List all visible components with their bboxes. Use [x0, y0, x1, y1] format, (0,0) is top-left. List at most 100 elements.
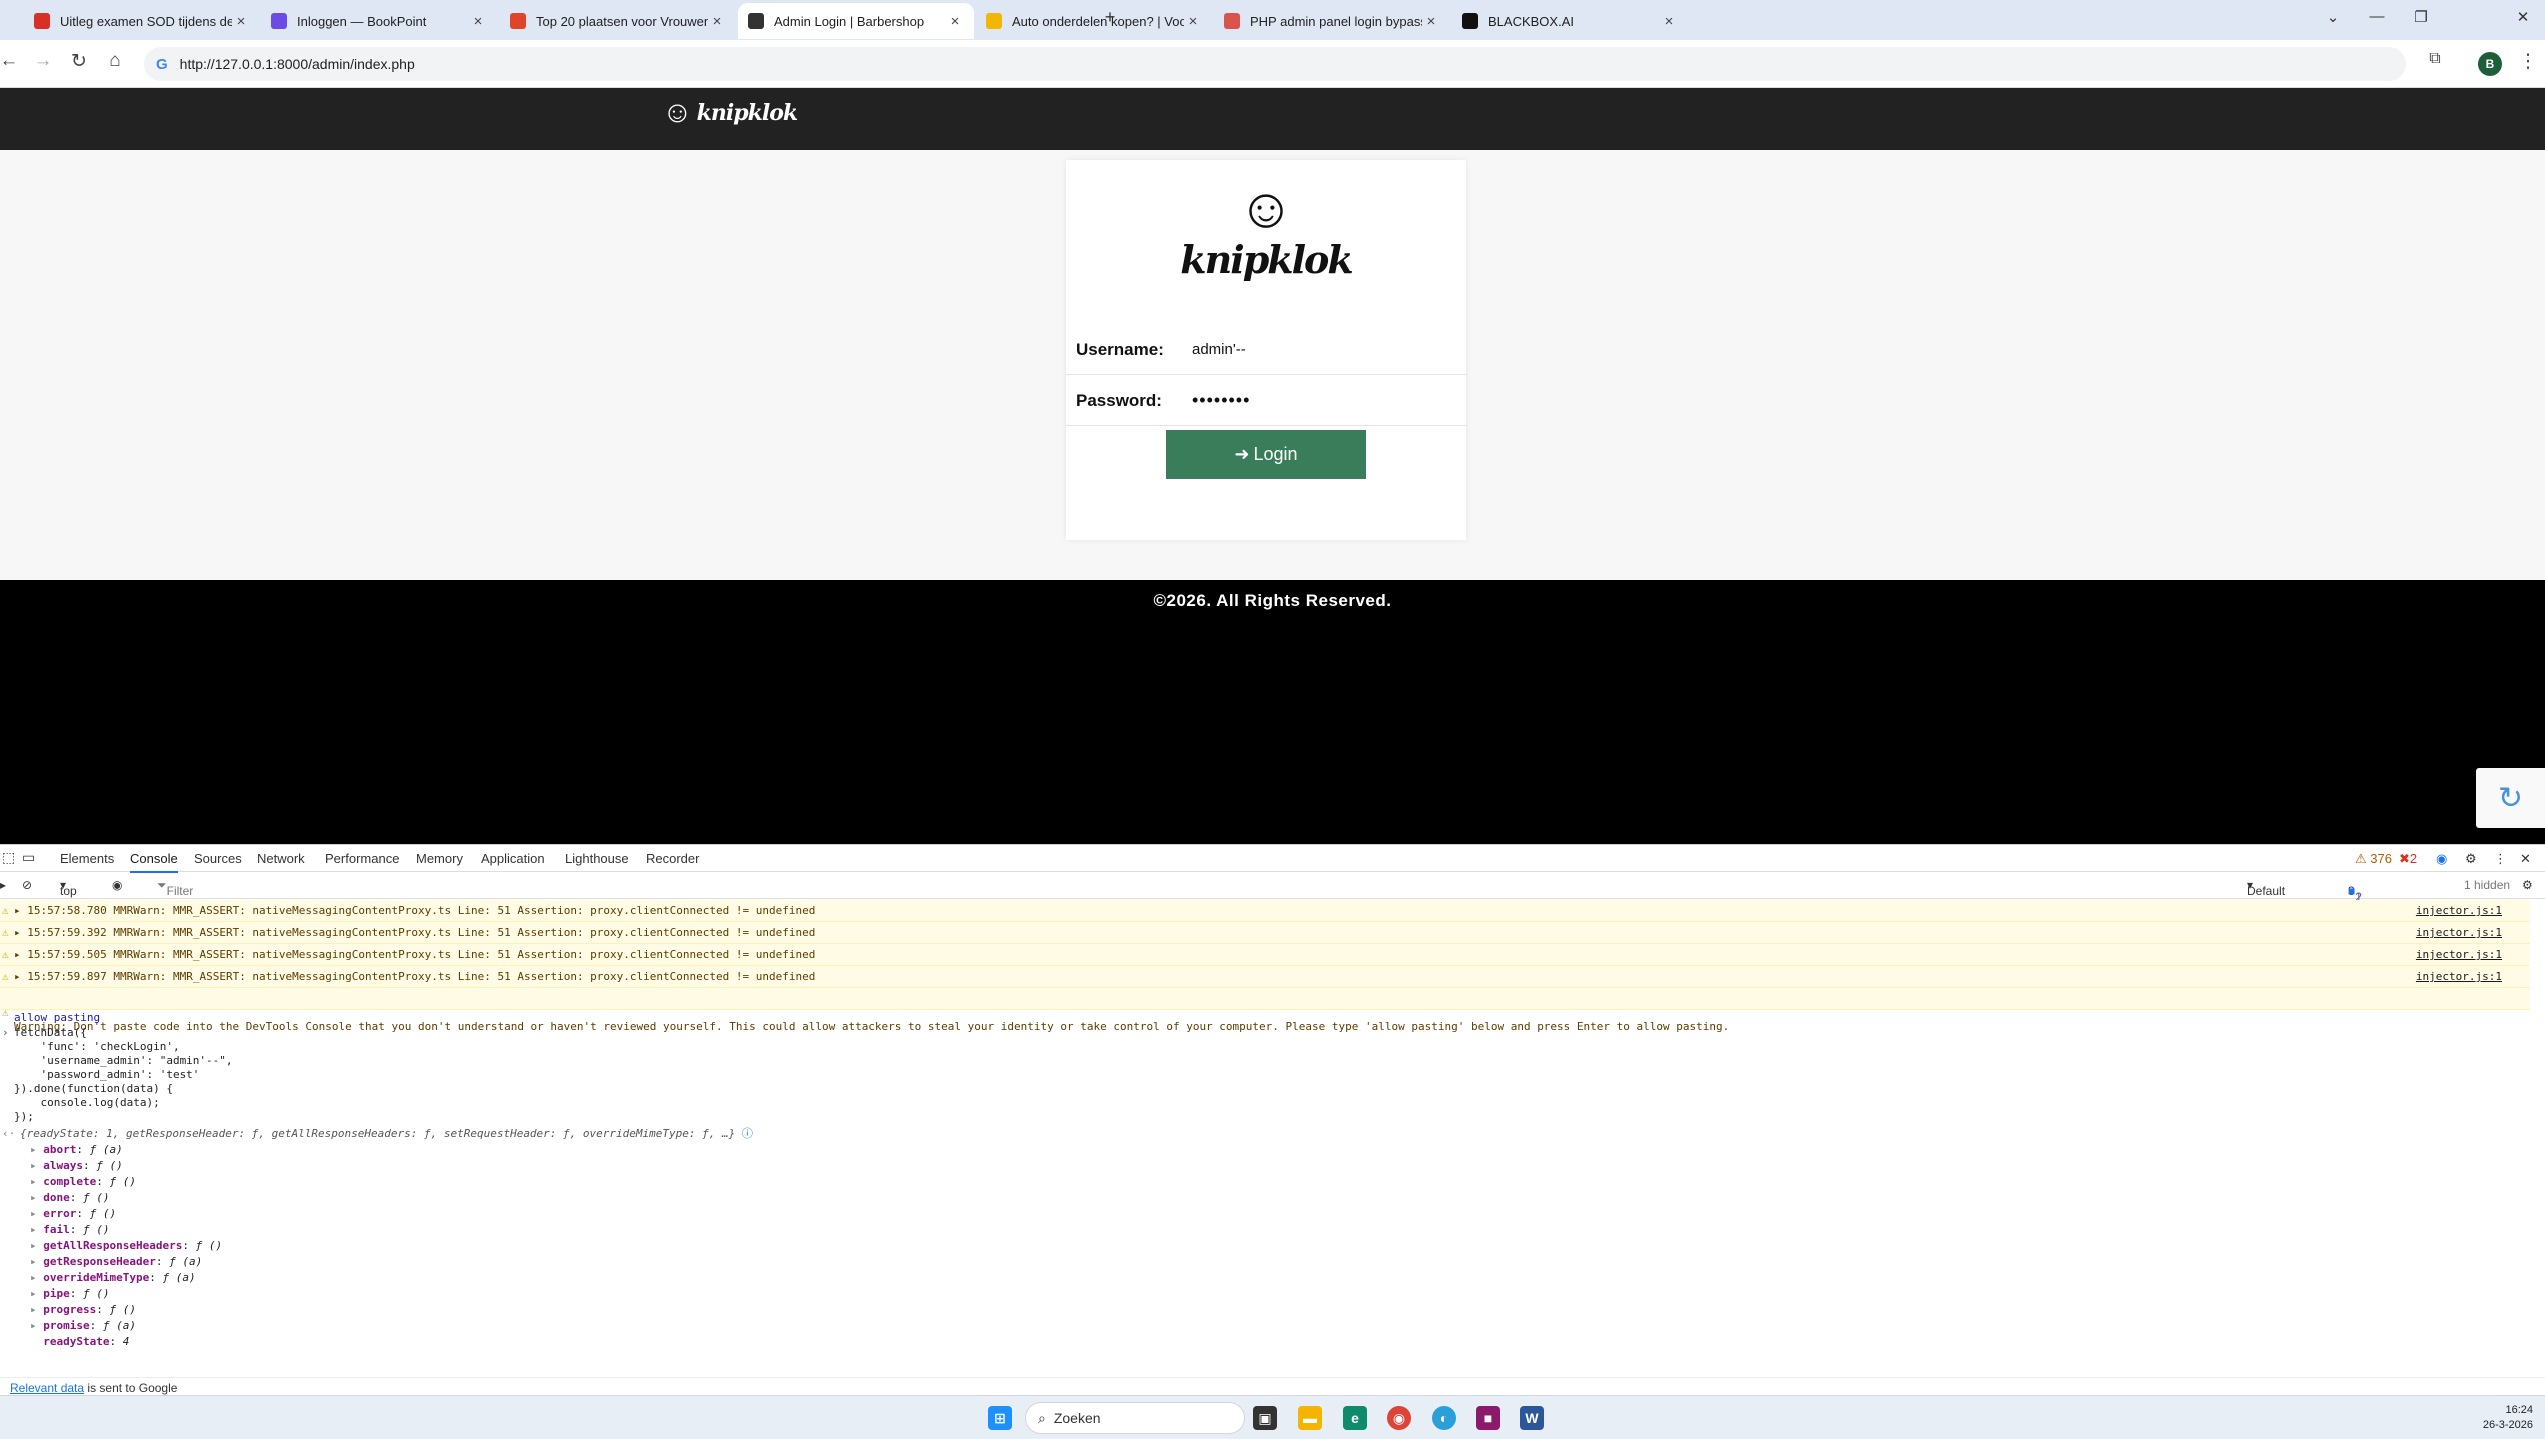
- minimize-button[interactable]: —: [2362, 8, 2392, 25]
- error-count[interactable]: ✖2: [2399, 851, 2417, 867]
- jetbrains-icon[interactable]: ■: [1476, 1406, 1500, 1430]
- password-input[interactable]: ••••••••: [1192, 390, 1250, 411]
- inspect-icon[interactable]: ⬚: [2, 849, 15, 866]
- relevant-data-link[interactable]: Relevant data: [10, 1381, 84, 1395]
- start-button-icon[interactable]: ⊞: [988, 1406, 1012, 1430]
- source-link[interactable]: injector.js:1: [2416, 926, 2502, 940]
- new-tab-button[interactable]: +: [1100, 7, 1120, 28]
- console-warning-row[interactable]: ⚠ ▸ 15:57:59.505 MMRWarn: MMR_ASSERT: nat…: [0, 944, 2530, 966]
- warning-count[interactable]: ⚠ 376: [2355, 851, 2392, 867]
- tab-close-icon[interactable]: ×: [708, 13, 726, 30]
- device-toolbar-icon[interactable]: ▭: [22, 849, 35, 866]
- username-input[interactable]: admin'--: [1192, 341, 1246, 358]
- live-expression-icon[interactable]: ◉: [112, 878, 122, 892]
- result-property[interactable]: ▸ pipe: ƒ (): [30, 1287, 2530, 1301]
- recaptcha-badge[interactable]: ↻: [2476, 768, 2545, 828]
- source-link[interactable]: injector.js:1: [2416, 948, 2502, 962]
- site-header: ☺ knipklok: [0, 88, 2545, 150]
- console-warning-row[interactable]: ⚠ ▸ 15:57:59.897 MMRWarn: MMR_ASSERT: nat…: [0, 966, 2530, 988]
- devtools-tab-application[interactable]: Application: [481, 851, 545, 866]
- ai-assist-icon[interactable]: ◉: [2436, 851, 2447, 867]
- property-value: ƒ (): [109, 1175, 136, 1188]
- search-icon: ⌕: [1038, 1409, 1046, 1426]
- console-output[interactable]: ⚠ ▸ 15:57:58.780 MMRWarn: MMR_ASSERT: nat…: [0, 900, 2530, 1392]
- extensions-icon[interactable]: ⧉: [2422, 50, 2448, 68]
- sidebar-toggle-icon[interactable]: ▸: [0, 878, 6, 892]
- browser-tab[interactable]: Admin Login | Barbershop ×: [738, 3, 974, 39]
- header-logo[interactable]: ☺ knipklok: [662, 96, 798, 130]
- context-selector[interactable]: top ▾: [60, 878, 77, 898]
- address-bar[interactable]: G http://127.0.0.1:8000/admin/index.php: [144, 47, 2406, 81]
- browser-tab[interactable]: BLACKBOX.AI ×: [1452, 3, 1688, 39]
- source-link[interactable]: injector.js:1: [2416, 970, 2502, 984]
- devtools-tab-performance[interactable]: Performance: [325, 851, 399, 866]
- tab-close-icon[interactable]: ×: [1660, 13, 1678, 30]
- result-property[interactable]: ▸ complete: ƒ (): [30, 1175, 2530, 1189]
- log-levels-dropdown[interactable]: Default levels ▾: [2247, 878, 2285, 912]
- console-warning-row[interactable]: ⚠ ▸ 15:57:58.780 MMRWarn: MMR_ASSERT: nat…: [0, 900, 2530, 922]
- login-button[interactable]: ➜ Login: [1166, 430, 1366, 479]
- result-property[interactable]: ▸ abort: ƒ (a): [30, 1143, 2530, 1157]
- task-view-icon[interactable]: ▣: [1253, 1406, 1277, 1430]
- result-property[interactable]: ▸ progress: ƒ (): [30, 1303, 2530, 1317]
- tab-search-icon[interactable]: ⌄: [2318, 8, 2348, 26]
- maximize-button[interactable]: ❐: [2406, 8, 2436, 26]
- property-key: getResponseHeader: [43, 1255, 156, 1268]
- edge-icon[interactable]: e: [1343, 1406, 1367, 1430]
- system-clock[interactable]: 16:24 26-3-2026: [2483, 1403, 2533, 1433]
- result-property[interactable]: ▸ fail: ƒ (): [30, 1223, 2530, 1237]
- result-property[interactable]: ▸ getResponseHeader: ƒ (a): [30, 1255, 2530, 1269]
- result-property[interactable]: ▸ overrideMimeType: ƒ (a): [30, 1271, 2530, 1285]
- result-property[interactable]: ▸ promise: ƒ (a): [30, 1319, 2530, 1333]
- devtools-menu-icon[interactable]: ⋮: [2494, 851, 2507, 867]
- tab-close-icon[interactable]: ×: [946, 13, 964, 30]
- expand-arrow-icon: ▸: [30, 1223, 44, 1236]
- devtools-tab-memory[interactable]: Memory: [416, 851, 463, 866]
- footer-copyright: ©2026. All Rights Reserved.: [1153, 591, 1392, 610]
- devtools-tab-elements[interactable]: Elements: [60, 851, 114, 866]
- browser-tab[interactable]: Top 20 plaatsen voor Vrouwen d ×: [500, 3, 736, 39]
- clear-console-icon[interactable]: ⊘: [22, 878, 32, 892]
- app-icon[interactable]: ◐: [1432, 1406, 1456, 1430]
- home-button[interactable]: ⌂: [102, 50, 128, 72]
- tab-close-icon[interactable]: ×: [1184, 13, 1202, 30]
- browser-tab[interactable]: Inloggen — BookPoint ×: [261, 3, 497, 39]
- result-property[interactable]: ▸ getAllResponseHeaders: ƒ (): [30, 1239, 2530, 1253]
- browser-tab[interactable]: Uitleg examen SOD tijdens de a ×: [24, 3, 260, 39]
- chrome-icon[interactable]: ◉: [1387, 1406, 1411, 1430]
- browser-tab[interactable]: PHP admin panel login bypass ×: [1214, 3, 1450, 39]
- devtools-tab-sources[interactable]: Sources: [194, 851, 242, 866]
- devtools-tab-network[interactable]: Network: [257, 851, 305, 866]
- result-property[interactable]: ▸ done: ƒ (): [30, 1191, 2530, 1205]
- tab-close-icon[interactable]: ×: [232, 13, 250, 30]
- devtools-close-icon[interactable]: ✕: [2520, 851, 2531, 867]
- warning-icon: ⚠: [2, 1006, 9, 1019]
- result-property[interactable]: readyState: 4: [30, 1335, 2530, 1349]
- devtools-tab-recorder[interactable]: Recorder: [646, 851, 699, 866]
- tab-close-icon[interactable]: ×: [1422, 13, 1440, 30]
- browser-tab[interactable]: Auto onderdelen kopen? | Voor ×: [976, 3, 1212, 39]
- console-warning-row[interactable]: ⚠ ▸ 15:57:59.392 MMRWarn: MMR_ASSERT: nat…: [0, 922, 2530, 944]
- reload-button[interactable]: ↻: [66, 50, 92, 73]
- result-property[interactable]: ▸ always: ƒ (): [30, 1159, 2530, 1173]
- word-icon[interactable]: W: [1520, 1406, 1544, 1430]
- file-explorer-icon[interactable]: ▬: [1298, 1406, 1322, 1430]
- back-button[interactable]: ←: [0, 50, 22, 72]
- source-link[interactable]: injector.js:1: [2416, 904, 2502, 918]
- property-key: complete: [43, 1175, 97, 1188]
- property-value: ƒ (a): [169, 1255, 203, 1268]
- devtools-tab-console[interactable]: Console: [130, 851, 178, 873]
- devtools-tab-lighthouse[interactable]: Lighthouse: [565, 851, 629, 866]
- filter-input[interactable]: ⏷ Filter: [157, 878, 193, 898]
- expand-arrow-icon: ▸: [30, 1175, 44, 1188]
- close-window-button[interactable]: ✕: [2508, 8, 2538, 26]
- console-settings-icon[interactable]: ⚙: [2522, 878, 2533, 892]
- result-property[interactable]: ▸ error: ƒ (): [30, 1207, 2530, 1221]
- forward-button[interactable]: →: [30, 50, 56, 72]
- browser-menu-icon[interactable]: ⋮: [2515, 50, 2541, 73]
- devtools-settings-icon[interactable]: ⚙: [2465, 851, 2477, 867]
- profile-avatar[interactable]: B: [2478, 52, 2502, 76]
- tab-close-icon[interactable]: ×: [469, 13, 487, 30]
- taskbar-search[interactable]: ⌕ Zoeken: [1025, 1402, 1245, 1434]
- result-summary[interactable]: {readyState: 1, getResponseHeader: ƒ, ge…: [20, 1127, 2530, 1141]
